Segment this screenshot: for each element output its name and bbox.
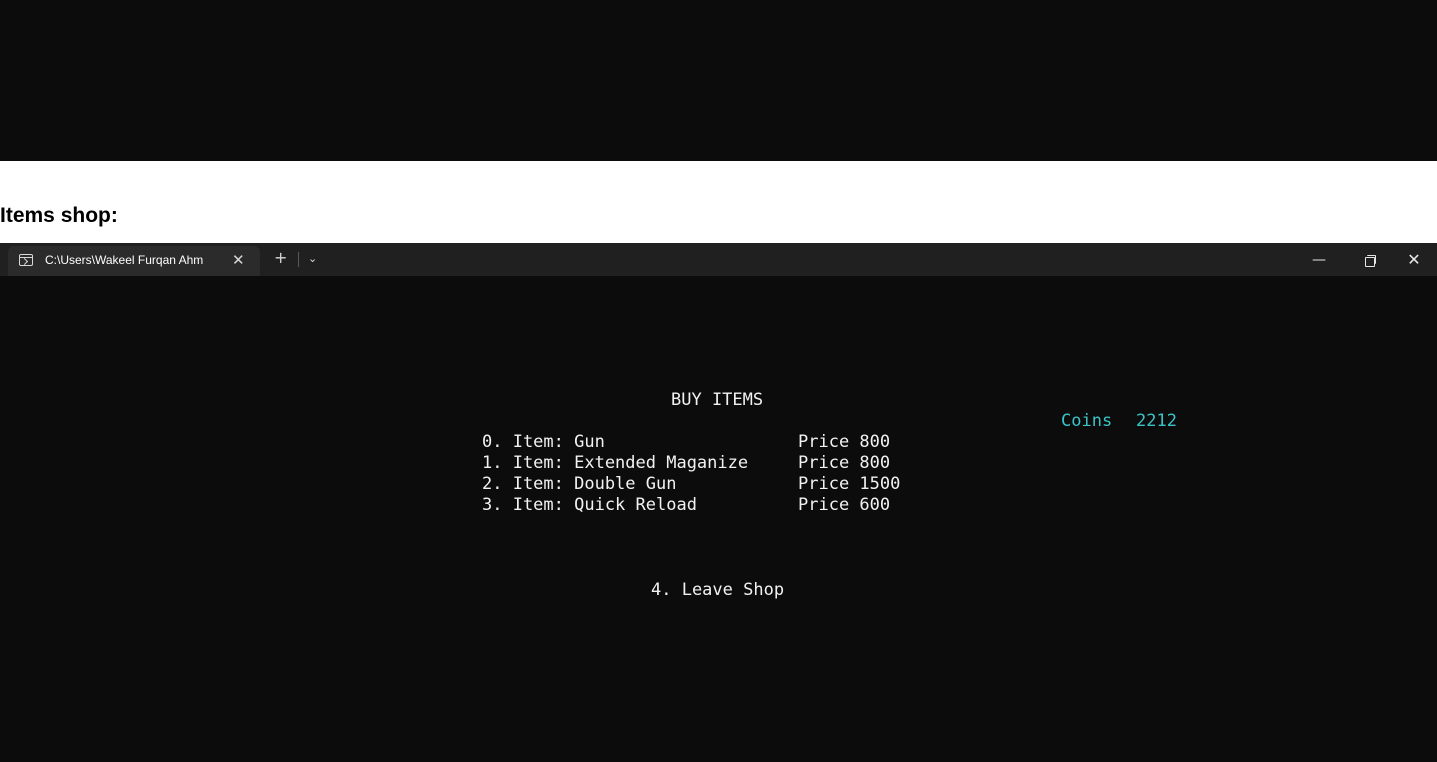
tab-title: C:\Users\Wakeel Furqan Ahm [45,253,204,267]
close-window-button[interactable]: ✕ [1391,243,1437,276]
document-heading: Items shop: [0,204,118,227]
restore-icon [1365,254,1376,267]
plus-icon[interactable]: + [274,248,287,268]
menu-title: BUY ITEMS [671,390,764,410]
shop-item-label: 1. Item: Extended Maganize [482,453,749,473]
chevron-down-icon[interactable]: ⌄ [308,249,317,269]
title-bar: C:\Users\Wakeel Furqan Ahm ✕ + ⌄ — ✕ [0,243,1437,276]
shop-item-label: 3. Item: Quick Reload [482,495,697,515]
shop-item-price: Price 800 [798,453,891,473]
shop-item-price: Price 1500 [798,474,901,494]
previous-terminal-screenshot [0,0,1437,161]
coins-value: 2212 [1136,411,1177,431]
minimize-button[interactable]: — [1296,243,1342,276]
shop-item-label: 2. Item: Double Gun [482,474,677,494]
shop-item-label: 0. Item: Gun [482,432,605,452]
terminal-tab[interactable]: C:\Users\Wakeel Furqan Ahm ✕ [8,246,260,276]
close-icon[interactable]: ✕ [232,250,245,270]
coins-label: Coins [1061,411,1113,431]
shop-item-price: Price 600 [798,495,891,515]
close-icon: ✕ [1407,250,1421,269]
shop-item-price: Price 800 [798,432,891,452]
terminal-icon [19,254,33,266]
leave-shop-option: 4. Leave Shop [651,580,785,600]
maximize-button[interactable] [1347,243,1393,276]
minimize-icon: — [1312,251,1326,268]
tab-divider [298,252,299,267]
terminal-window: C:\Users\Wakeel Furqan Ahm ✕ + ⌄ — ✕ BUY… [0,243,1437,762]
